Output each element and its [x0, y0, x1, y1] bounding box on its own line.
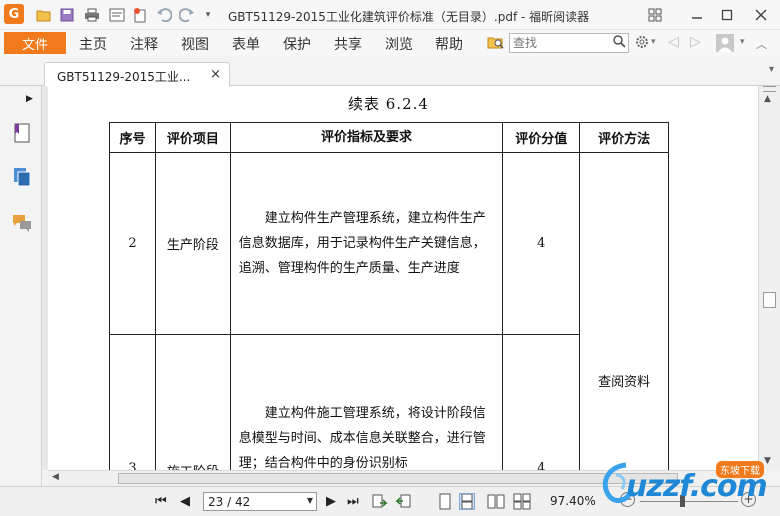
back-icon[interactable]: ◁: [668, 34, 679, 50]
comments-panel-icon[interactable]: [11, 212, 33, 234]
single-page-view-icon[interactable]: [437, 493, 453, 510]
row-requirements-text: 建立构件生产管理系统，建立构件生产信息数据库，用于记录构件生产关键信息，追溯、管…: [238, 211, 486, 276]
header-no: 序号: [109, 122, 156, 153]
save-icon[interactable]: [57, 5, 77, 25]
window-title: GBT51129-2015工业化建筑评价标准（无目录）.pdf - 福昕阅读器: [228, 10, 590, 24]
open-folder-icon[interactable]: [34, 5, 54, 25]
ribbon-menu-bar: 文件 主页 注释 视图 表单 保护 共享 浏览 帮助 ▾ ◁ ▷ ▾ ︿: [0, 30, 780, 56]
row-requirements: 建立构件生产管理系统，建立构件生产信息数据库，用于记录构件生产关键信息，追溯、管…: [229, 152, 504, 335]
user-dropdown-icon[interactable]: ▾: [740, 37, 745, 47]
row-requirements-text: 建立构件施工管理系统，将设计阶段信息模型与时间、成本信息关联整合，进行管理；结合…: [238, 406, 486, 470]
header-score: 评价分值: [502, 122, 581, 153]
document-tab-label: GBT51129-2015工业...: [57, 70, 191, 84]
page-dropdown-icon[interactable]: ▼: [307, 496, 313, 505]
row-no: 2: [109, 152, 156, 335]
previous-view-icon[interactable]: [372, 493, 388, 510]
row-item: 生产阶段: [154, 152, 231, 335]
previous-page-icon[interactable]: ◀: [180, 494, 190, 509]
next-view-icon[interactable]: [395, 493, 411, 510]
file-menu-button[interactable]: 文件: [4, 32, 66, 54]
tab-list-dropdown-icon[interactable]: ▾: [769, 64, 774, 75]
search-input[interactable]: [510, 34, 610, 52]
document-tab-strip: GBT51129-2015工业... × ▾: [0, 56, 780, 87]
navigation-panel: ▶: [0, 86, 42, 486]
header-requirements: 评价指标及要求: [229, 122, 504, 153]
watermark-badge: 东坡下载: [716, 461, 764, 478]
search-field[interactable]: [509, 33, 629, 53]
vertical-scrollbar[interactable]: ▲ ▼: [758, 86, 780, 470]
vertical-scroll-thumb[interactable]: [763, 292, 776, 308]
row-score: 4: [502, 334, 581, 470]
gear-icon[interactable]: [634, 34, 650, 54]
close-tab-icon[interactable]: ×: [210, 67, 221, 82]
new-icon[interactable]: [130, 5, 150, 25]
undo-icon[interactable]: [154, 5, 174, 25]
menu-home[interactable]: 主页: [79, 34, 107, 54]
scroll-left-icon[interactable]: ◀: [52, 472, 59, 482]
menu-share[interactable]: 共享: [334, 34, 362, 54]
collapse-ribbon-icon[interactable]: ︿: [756, 36, 767, 52]
customize-dropdown-icon[interactable]: ▾: [198, 5, 218, 25]
table-row: 2 生产阶段 建立构件生产管理系统，建立构件生产信息数据库，用于记录构件生产关键…: [109, 152, 669, 470]
scroll-up-icon[interactable]: ▲: [764, 94, 771, 104]
document-tab[interactable]: GBT51129-2015工业... ×: [44, 62, 230, 87]
table-header-row: 序号 评价项目 评价指标及要求 评价分值 评价方法: [109, 122, 669, 153]
search-icon[interactable]: [613, 35, 626, 51]
table-caption: 续表 6.2.4: [348, 95, 429, 113]
page-thumbnails-icon[interactable]: [11, 166, 33, 188]
last-page-icon[interactable]: ⏭: [347, 494, 359, 509]
row-score: 4: [502, 152, 581, 335]
row-method: 查阅资料: [579, 152, 669, 470]
menu-view[interactable]: 视图: [181, 34, 209, 54]
user-avatar-icon[interactable]: [716, 34, 734, 56]
menu-help[interactable]: 帮助: [435, 34, 463, 54]
facing-view-icon[interactable]: [487, 493, 505, 510]
menu-comment[interactable]: 注释: [130, 34, 158, 54]
properties-icon[interactable]: [107, 5, 127, 25]
row-item: 施工阶段: [154, 334, 231, 470]
scrollbar-grip-icon[interactable]: [763, 86, 776, 92]
minimize-icon[interactable]: [684, 5, 710, 25]
header-item: 评价项目: [154, 122, 231, 153]
page-number-select[interactable]: 23 / 42 ▼: [203, 492, 317, 511]
row-no: 3: [109, 334, 156, 470]
find-tool-icon[interactable]: [487, 34, 505, 54]
gear-dropdown-icon[interactable]: ▾: [651, 37, 656, 47]
close-window-icon[interactable]: [748, 5, 774, 25]
foxit-logo-icon[interactable]: G: [4, 4, 24, 24]
maximize-icon[interactable]: [714, 5, 740, 25]
row-requirements: 建立构件施工管理系统，将设计阶段信息模型与时间、成本信息关联整合，进行管理；结合…: [229, 334, 504, 470]
bookmark-icon[interactable]: [11, 122, 33, 144]
continuous-facing-view-icon[interactable]: [513, 493, 531, 510]
first-page-icon[interactable]: ⏮: [155, 494, 167, 509]
print-icon[interactable]: [82, 5, 102, 25]
expand-panel-icon[interactable]: ▶: [26, 94, 33, 104]
site-watermark: uzzf.com 东坡下载: [588, 455, 774, 511]
next-page-icon[interactable]: ▶: [326, 494, 336, 509]
header-method: 评价方法: [579, 122, 669, 153]
menu-form[interactable]: 表单: [232, 34, 260, 54]
forward-icon[interactable]: ▷: [690, 34, 701, 50]
menu-browse[interactable]: 浏览: [385, 34, 413, 54]
redo-icon[interactable]: [177, 5, 197, 25]
evaluation-table: 序号 评价项目 评价指标及要求 评价分值 评价方法 2 生产阶段 建立构件生产管…: [109, 122, 669, 470]
page-number-value: 23 / 42: [208, 495, 251, 509]
document-view[interactable]: 续表 6.2.4 序号 评价项目 评价指标及要求 评价分值 评价方法 2 生产阶…: [48, 86, 758, 470]
layout-icon[interactable]: [642, 5, 668, 25]
continuous-view-icon[interactable]: [459, 493, 475, 510]
menu-protect[interactable]: 保护: [283, 34, 311, 54]
pdf-page: 续表 6.2.4 序号 评价项目 评价指标及要求 评价分值 评价方法 2 生产阶…: [48, 86, 758, 470]
title-bar: G ▾ GBT51129-2015工业化建筑评价标准（无目录）.pdf - 福昕…: [0, 0, 780, 30]
